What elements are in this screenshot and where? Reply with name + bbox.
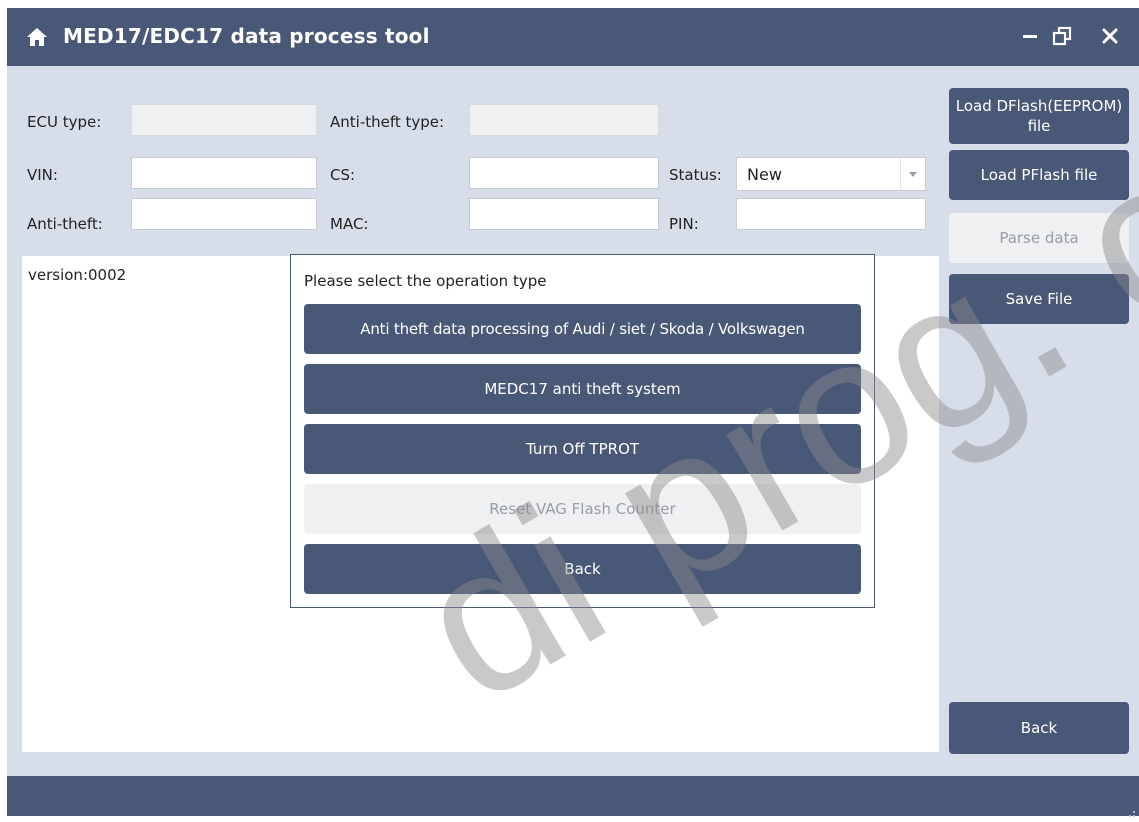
status-label: Status: [669, 166, 722, 184]
home-icon[interactable] [25, 25, 49, 49]
title-bar: MED17/EDC17 data process tool [7, 8, 1139, 66]
reset-vag-flash-counter-button[interactable]: Reset VAG Flash Counter [304, 484, 861, 534]
log-text: version:0002 [28, 266, 127, 284]
anti-theft-label: Anti-theft: [27, 215, 103, 233]
status-select[interactable]: New [736, 157, 926, 191]
anti-theft-type-field[interactable] [469, 104, 659, 136]
dialog-title: Please select the operation type [304, 272, 547, 290]
medc17-anti-theft-button[interactable]: MEDC17 anti theft system [304, 364, 861, 414]
load-dflash-button[interactable]: Load DFlash(EEPROM) file [949, 88, 1129, 144]
ecu-type-label: ECU type: [27, 113, 102, 131]
cs-label: CS: [330, 166, 356, 184]
restore-icon[interactable] [1051, 25, 1073, 47]
pin-label: PIN: [669, 215, 699, 233]
dialog-back-button[interactable]: Back [304, 544, 861, 594]
vin-field[interactable] [131, 157, 317, 189]
anti-theft-field[interactable] [131, 198, 317, 230]
ecu-type-field[interactable] [131, 104, 317, 136]
minimize-icon[interactable] [1019, 25, 1041, 47]
chevron-down-icon[interactable] [900, 158, 925, 190]
anti-theft-vag-button[interactable]: Anti theft data processing of Audi / sie… [304, 304, 861, 354]
operation-dialog: Please select the operation type Anti th… [290, 254, 875, 608]
status-bar [7, 776, 1139, 817]
parse-data-button[interactable]: Parse data [949, 213, 1129, 263]
status-select-value: New [747, 165, 782, 184]
vin-label: VIN: [27, 166, 58, 184]
resize-grip-icon[interactable] [1126, 803, 1136, 817]
turn-off-tprot-button[interactable]: Turn Off TPROT [304, 424, 861, 474]
load-pflash-button[interactable]: Load PFlash file [949, 150, 1129, 200]
app-window: MED17/EDC17 data process tool ECU type: … [7, 8, 1139, 817]
window-title: MED17/EDC17 data process tool [63, 24, 430, 48]
cs-field[interactable] [469, 157, 659, 189]
save-file-button[interactable]: Save File [949, 274, 1129, 324]
mac-label: MAC: [330, 215, 369, 233]
pin-field[interactable] [736, 198, 926, 230]
close-icon[interactable] [1099, 25, 1121, 47]
mac-field[interactable] [469, 198, 659, 230]
back-button[interactable]: Back [949, 702, 1129, 754]
anti-theft-type-label: Anti-theft type: [330, 113, 445, 131]
